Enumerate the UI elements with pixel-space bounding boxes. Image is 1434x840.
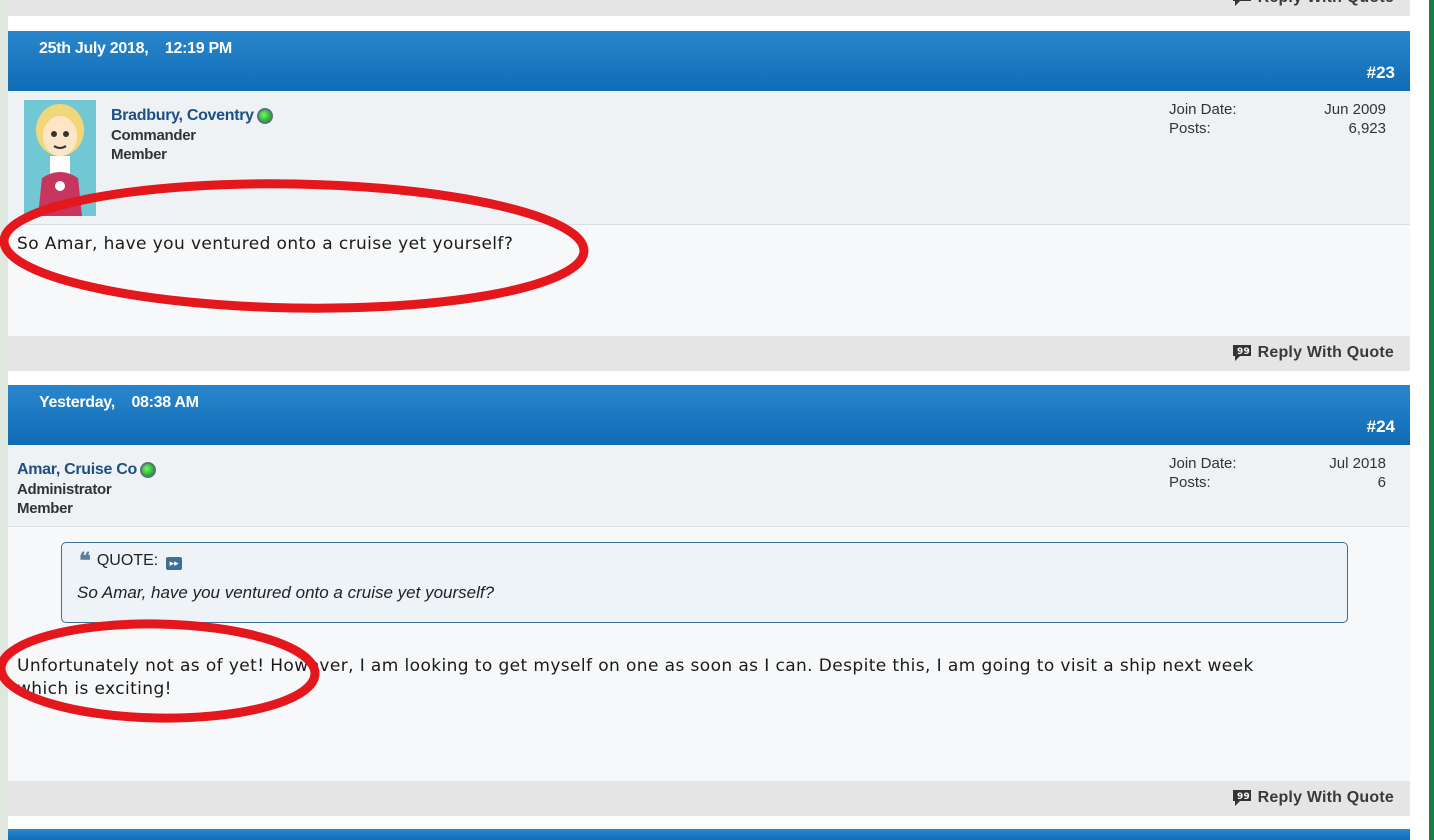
user-group: Member xyxy=(111,146,167,163)
post-message-line: which is exciting! xyxy=(17,679,172,699)
svg-text:99: 99 xyxy=(1237,0,1250,2)
user-rank: Commander Member xyxy=(111,126,196,164)
reply-with-quote-button[interactable]: 99 Reply With Quote xyxy=(1232,789,1394,807)
user-group: Member xyxy=(17,500,73,517)
post-content: So Amar, have you ventured onto a cruise… xyxy=(8,225,1410,336)
svg-text:99: 99 xyxy=(1237,347,1250,357)
reply-with-quote-button[interactable]: 99 Reply With Quote xyxy=(1232,344,1394,362)
view-post-icon[interactable]: ▸▸ xyxy=(166,556,183,570)
posts-count-label: Posts: xyxy=(1169,120,1211,137)
username-link[interactable]: Bradbury, Coventry xyxy=(111,107,273,125)
reply-with-quote-label: Reply With Quote xyxy=(1258,0,1394,7)
posts-count-label: Posts: xyxy=(1169,474,1211,491)
post-date: 25th July 2018, 12:19 PM xyxy=(39,40,232,57)
quote-marks-icon: ❝ xyxy=(79,548,91,574)
window-border xyxy=(1429,0,1434,840)
post-footer: 99 Reply With Quote xyxy=(8,781,1410,816)
reply-with-quote-label: Reply With Quote xyxy=(1257,344,1394,361)
join-date-value: Jul 2018 xyxy=(1329,455,1386,472)
post-footer-previous: 99 Reply With Quote xyxy=(8,0,1410,16)
post-permalink[interactable]: #24 xyxy=(1367,417,1395,437)
post-permalink[interactable]: #23 xyxy=(1367,63,1395,83)
posts-count-row: Posts: 6 xyxy=(1169,473,1386,492)
user-avatar[interactable] xyxy=(24,100,96,216)
online-status-icon xyxy=(256,108,273,124)
user-title: Commander xyxy=(111,127,196,144)
posts-count-row: Posts: 6,923 xyxy=(1169,119,1386,138)
quote-text: So Amar, have you ventured onto a cruise… xyxy=(77,583,495,602)
post-header: Yesterday, 08:38 AM #24 xyxy=(8,385,1410,445)
svg-text:99: 99 xyxy=(1237,792,1250,802)
quote-bubble-icon: 99 xyxy=(1232,0,1251,6)
join-date-value: Jun 2009 xyxy=(1324,101,1386,118)
quote-bubble-icon: 99 xyxy=(1232,345,1251,361)
join-date-label: Join Date: xyxy=(1169,101,1237,118)
join-date-label: Join Date: xyxy=(1169,455,1237,472)
reply-with-quote-button[interactable]: 99 Reply With Quote xyxy=(1232,0,1394,7)
reply-with-quote-label: Reply With Quote xyxy=(1257,789,1394,806)
post-message-line: Unfortunately not as of yet! However, I … xyxy=(17,656,1254,676)
posts-count-value: 6,923 xyxy=(1348,120,1386,137)
join-date-row: Join Date: Jun 2009 xyxy=(1169,100,1386,119)
user-title: Administrator xyxy=(17,481,112,498)
post-message: So Amar, have you ventured onto a cruise… xyxy=(17,234,514,254)
posts-count-value: 6 xyxy=(1377,474,1386,491)
username-link[interactable]: Amar, Cruise Co xyxy=(17,461,156,479)
quote-header: ❝ QUOTE: ▸▸ xyxy=(79,548,183,574)
page-margin xyxy=(1410,0,1429,840)
quote-bubble-icon: 99 xyxy=(1232,790,1251,806)
user-stats: Join Date: Jul 2018 Posts: 6 xyxy=(1169,454,1386,492)
online-status-icon xyxy=(140,462,156,478)
username-text: Bradbury, Coventry xyxy=(111,107,254,124)
post-header-next xyxy=(8,829,1410,840)
user-stats: Join Date: Jun 2009 Posts: 6,923 xyxy=(1169,100,1386,138)
post-header: 25th July 2018, 12:19 PM #23 xyxy=(8,31,1410,91)
join-date-row: Join Date: Jul 2018 xyxy=(1169,454,1386,473)
user-rank: Administrator Member xyxy=(17,480,112,518)
post-footer: 99 Reply With Quote xyxy=(8,336,1410,371)
quote-block: ❝ QUOTE: ▸▸ So Amar, have you ventured o… xyxy=(61,542,1348,623)
username-text: Amar, Cruise Co xyxy=(17,461,137,478)
post-date: Yesterday, 08:38 AM xyxy=(39,394,199,411)
quote-label: QUOTE: xyxy=(96,552,159,569)
post-message: Unfortunately not as of yet! However, I … xyxy=(17,655,1254,701)
